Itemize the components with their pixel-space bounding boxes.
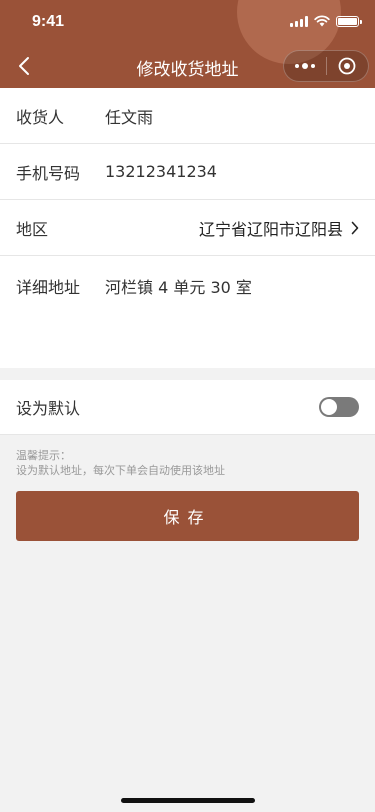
mini-program-capsule (283, 50, 369, 82)
phone-row[interactable]: 手机号码 13212341234 (0, 144, 375, 200)
phone-label: 手机号码 (16, 163, 81, 183)
more-button[interactable] (284, 51, 326, 81)
receiver-label: 收货人 (16, 107, 65, 127)
address-label: 详细地址 (16, 278, 81, 297)
address-form: 收货人 任文雨 手机号码 13212341234 地区 辽宁省辽阳市辽阳县 详细… (0, 88, 375, 368)
default-toggle[interactable] (319, 397, 359, 417)
default-setting-row: 设为默认 (0, 380, 375, 435)
more-dots-icon (294, 63, 315, 69)
status-time: 9:41 (32, 13, 65, 30)
tips: 温馨提示： 设为默认地址，每次下单会自动使用该地址 (16, 448, 225, 478)
receiver-input[interactable]: 任文雨 (105, 104, 153, 128)
default-label: 设为默认 (16, 399, 81, 418)
receiver-row[interactable]: 收货人 任文雨 (0, 88, 375, 144)
toggle-knob (321, 399, 337, 415)
home-indicator (121, 798, 255, 803)
status-icons (290, 15, 362, 27)
region-row[interactable]: 地区 辽宁省辽阳市辽阳县 (0, 200, 375, 256)
address-input[interactable]: 河栏镇 4 单元 30 室 (105, 274, 252, 298)
close-button[interactable] (327, 51, 369, 81)
phone-input[interactable]: 13212341234 (105, 162, 217, 181)
chevron-right-icon (351, 221, 359, 235)
save-button[interactable]: 保存 (16, 491, 359, 541)
tips-text: 设为默认地址，每次下单会自动使用该地址 (16, 464, 225, 477)
wifi-icon (314, 15, 330, 27)
signal-icon (290, 15, 308, 27)
header: 9:41 修改收货地址 (0, 0, 375, 88)
region-label: 地区 (16, 219, 49, 239)
tips-title: 温馨提示： (16, 449, 71, 462)
target-circle-icon (338, 57, 356, 75)
region-value[interactable]: 辽宁省辽阳市辽阳县 (105, 216, 343, 240)
battery-icon (336, 15, 362, 27)
address-row[interactable]: 详细地址 河栏镇 4 单元 30 室 (0, 256, 375, 368)
